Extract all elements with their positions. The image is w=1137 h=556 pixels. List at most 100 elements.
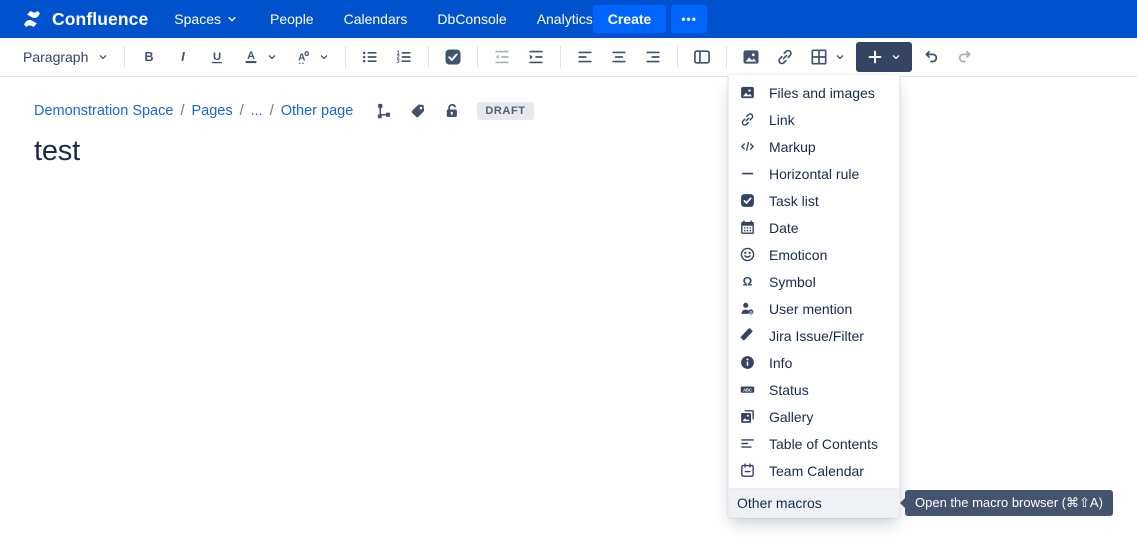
- chevron-icon: [317, 50, 331, 64]
- confluence-logo-icon: [20, 7, 44, 31]
- mention-icon: @: [739, 300, 756, 317]
- link-icon: [775, 47, 795, 67]
- menu-item-label: Symbol: [769, 274, 816, 290]
- insert-files-button[interactable]: [736, 43, 766, 71]
- page-title-field[interactable]: test: [34, 135, 1137, 168]
- insert-more-content-button[interactable]: [856, 42, 912, 72]
- status-icon: ABC: [739, 381, 756, 398]
- emoticon-icon: [739, 246, 756, 263]
- svg-text:B: B: [145, 50, 154, 64]
- text-color-button[interactable]: A: [236, 43, 284, 71]
- breadcrumb-link-pages[interactable]: Pages: [191, 103, 232, 119]
- nav-item-spaces[interactable]: Spaces: [174, 11, 240, 27]
- breadcrumb-separator: /: [240, 103, 244, 119]
- menu-item-files-and-images[interactable]: Files and images: [729, 79, 899, 106]
- nav-item-label: Spaces: [174, 11, 221, 27]
- task-icon: [443, 47, 463, 67]
- page-tree-icon[interactable]: [375, 102, 393, 120]
- toolbar-buttons: Paragraph B I U A A 123: [10, 42, 982, 72]
- nav-item-label: Calendars: [344, 11, 408, 27]
- insert-link-button[interactable]: [770, 43, 800, 71]
- menu-item-date[interactable]: Date: [729, 214, 899, 241]
- menu-item-label: Status: [769, 382, 809, 398]
- menu-item-jira-issue-filter[interactable]: Jira Issue/Filter: [729, 322, 899, 349]
- toolbar-separator: [477, 46, 478, 68]
- more-formatting-button[interactable]: A: [288, 43, 336, 71]
- create-button[interactable]: Create: [593, 5, 667, 33]
- numbered-list-button[interactable]: 123: [389, 43, 419, 71]
- navbar-more-button[interactable]: •••: [671, 5, 707, 33]
- underline-icon: U: [207, 47, 227, 67]
- nav-item-calendars[interactable]: Calendars: [344, 11, 408, 27]
- layout-icon: [692, 47, 712, 67]
- nav-item-people[interactable]: People: [270, 11, 314, 27]
- task-list-button[interactable]: [438, 43, 468, 71]
- undo-icon: [921, 47, 941, 67]
- menu-item-link[interactable]: Link: [729, 106, 899, 133]
- menu-item-label: Info: [769, 355, 792, 371]
- breadcrumb-link-[interactable]: ...: [251, 103, 263, 119]
- italic-button[interactable]: I: [168, 43, 198, 71]
- info-icon: [739, 354, 756, 371]
- svg-text:ABC: ABC: [743, 387, 752, 392]
- page-layout-button[interactable]: [687, 43, 717, 71]
- confluence-home-link[interactable]: Confluence: [20, 7, 148, 31]
- redo-button[interactable]: [950, 43, 980, 71]
- chevron-icon: [224, 11, 240, 27]
- menu-item-status[interactable]: ABC Status: [729, 376, 899, 403]
- menu-item-info[interactable]: Info: [729, 349, 899, 376]
- svg-text:U: U: [213, 51, 221, 63]
- navbar-menu: Spaces People Calendars DbConsole Analytics: [174, 11, 592, 27]
- toolbar-separator: [726, 46, 727, 68]
- align-left-button[interactable]: [570, 43, 600, 71]
- svg-text:I: I: [182, 50, 186, 64]
- svg-text:A: A: [299, 52, 306, 63]
- menu-item-symbol[interactable]: Ω Symbol: [729, 268, 899, 295]
- toc-icon: [739, 435, 756, 452]
- align-right-button[interactable]: [638, 43, 668, 71]
- nav-item-dbconsole[interactable]: DbConsole: [437, 11, 506, 27]
- menu-item-task-list[interactable]: Task list: [729, 187, 899, 214]
- breadcrumb: Demonstration Space/Pages/.../Other page…: [34, 102, 1137, 120]
- menu-item-team-calendar[interactable]: Team Calendar: [729, 457, 899, 484]
- indent-button[interactable]: [521, 43, 551, 71]
- image-icon: [741, 47, 761, 67]
- bold-button[interactable]: B: [134, 43, 164, 71]
- nav-item-label: Analytics: [537, 11, 593, 27]
- menu-item-label: Markup: [769, 139, 816, 155]
- menu-item-table-of-contents[interactable]: Table of Contents: [729, 430, 899, 457]
- menu-item-label: Emoticon: [769, 247, 827, 263]
- undo-button[interactable]: [916, 43, 946, 71]
- top-navbar: Confluence Spaces People Calendars DbConsol…: [0, 0, 1137, 38]
- underline-button[interactable]: U: [202, 43, 232, 71]
- chevron-icon: [265, 50, 279, 64]
- text-style-label: Paragraph: [17, 49, 92, 65]
- chevron-icon: [833, 50, 847, 64]
- menu-item-gallery[interactable]: Gallery: [729, 403, 899, 430]
- outdent-button[interactable]: [487, 43, 517, 71]
- menu-item-label: Jira Issue/Filter: [769, 328, 864, 344]
- chevron-icon: [96, 50, 110, 64]
- menu-item-emoticon[interactable]: Emoticon: [729, 241, 899, 268]
- menu-item-user-mention[interactable]: @User mention: [729, 295, 899, 322]
- align-center-icon: [609, 47, 629, 67]
- svg-text:Ω: Ω: [743, 274, 753, 288]
- bullet-list-button[interactable]: [355, 43, 385, 71]
- numbered-list-icon: 123: [394, 47, 414, 67]
- unrestricted-icon[interactable]: [443, 102, 461, 120]
- align-center-button[interactable]: [604, 43, 634, 71]
- menu-item-other-macros[interactable]: Other macros: [729, 489, 899, 517]
- menu-item-horizontal-rule[interactable]: Horizontal rule: [729, 160, 899, 187]
- text-style-select[interactable]: Paragraph: [12, 45, 115, 69]
- labels-icon[interactable]: [409, 102, 427, 120]
- insert-table-button[interactable]: [804, 43, 852, 71]
- menu-item-markup[interactable]: Markup: [729, 133, 899, 160]
- menu-item-label: Table of Contents: [769, 436, 878, 452]
- text-color-icon: A: [241, 47, 261, 67]
- nav-item-analytics[interactable]: Analytics: [537, 11, 593, 27]
- align-right-icon: [643, 47, 663, 67]
- breadcrumb-link-other-page[interactable]: Other page: [281, 103, 354, 119]
- breadcrumb-link-demonstration-space[interactable]: Demonstration Space: [34, 103, 173, 119]
- brand-name: Confluence: [52, 9, 148, 30]
- breadcrumb-links: Demonstration Space/Pages/.../Other page: [34, 103, 353, 119]
